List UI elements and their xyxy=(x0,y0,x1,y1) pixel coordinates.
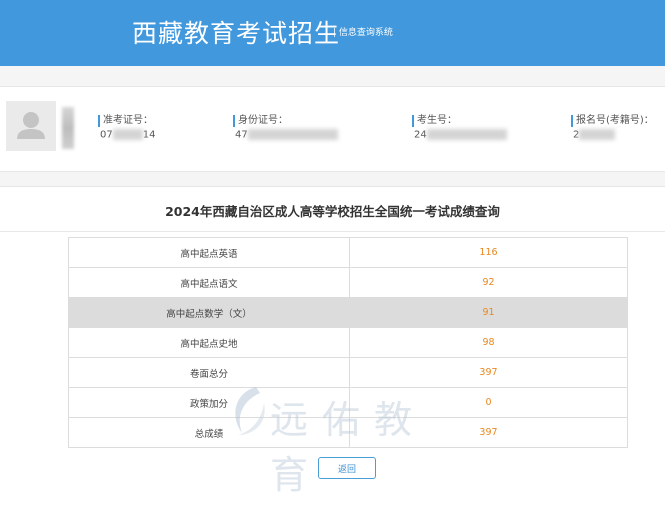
score-cell: 92 xyxy=(349,267,628,298)
score-cell: 0 xyxy=(349,387,628,418)
subject-cell: 高中起点史地 xyxy=(68,327,350,358)
subject-cell: 高中起点英语 xyxy=(68,237,350,268)
subject-cell: 卷面总分 xyxy=(68,357,350,388)
page-header: 西藏教育考试招生 | 信息查询系统 xyxy=(0,0,665,66)
redacted-name xyxy=(62,107,74,149)
table-row: 高中起点英语 116 xyxy=(68,237,628,268)
score-cell: 397 xyxy=(349,357,628,388)
table-row-highlighted: 高中起点数学（文） 91 xyxy=(68,297,628,328)
admission-number-label: 准考证号： xyxy=(98,115,155,127)
subject-cell: 政策加分 xyxy=(68,387,350,418)
score-table: 高中起点英语 116 高中起点语文 92 高中起点数学（文） 91 高中起点史地… xyxy=(68,237,628,448)
registration-number-label: 报名号(考籍号)： xyxy=(571,115,654,127)
examinee-number-value: 24 xyxy=(412,129,507,141)
page-subtitle: | 信息查询系统 xyxy=(333,28,393,38)
id-number-value: 47 xyxy=(233,129,338,141)
subject-cell: 高中起点语文 xyxy=(68,267,350,298)
page-title: 西藏教育考试招生 xyxy=(132,19,341,48)
table-row: 高中起点史地 98 xyxy=(68,327,628,358)
subject-cell: 高中起点数学（文） xyxy=(68,297,350,328)
subject-cell: 总成绩 xyxy=(68,417,350,448)
table-row: 总成绩 397 xyxy=(68,417,628,448)
candidate-info-panel: 准考证号： 07 14 身份证号： 47 考生号： 24 报名号(考籍号)： 2 xyxy=(0,86,665,172)
admission-number-value: 07 14 xyxy=(100,129,156,141)
id-number-label: 身份证号： xyxy=(233,115,338,127)
score-cell: 98 xyxy=(349,327,628,358)
id-number-field: 身份证号： 47 xyxy=(233,115,338,141)
divider xyxy=(0,231,665,232)
score-cell: 397 xyxy=(349,417,628,448)
result-title: 2024年西藏自治区成人高等学校招生全国统一考试成绩查询 xyxy=(165,204,500,219)
score-cell: 116 xyxy=(349,237,628,268)
back-button[interactable]: 返回 xyxy=(318,457,376,479)
admission-number-field: 准考证号： 07 14 xyxy=(98,115,155,141)
user-icon xyxy=(17,112,45,139)
table-row: 政策加分 0 xyxy=(68,387,628,418)
registration-number-field: 报名号(考籍号)： 2 xyxy=(571,115,654,141)
table-row: 卷面总分 397 xyxy=(68,357,628,388)
table-row: 高中起点语文 92 xyxy=(68,267,628,298)
score-cell: 91 xyxy=(349,297,628,328)
avatar xyxy=(6,101,56,151)
result-panel: 2024年西藏自治区成人高等学校招生全国统一考试成绩查询 高中起点英语 116 … xyxy=(0,186,665,531)
examinee-number-label: 考生号： xyxy=(412,115,507,127)
examinee-number-field: 考生号： 24 xyxy=(412,115,507,141)
registration-number-value: 2 xyxy=(571,129,654,141)
